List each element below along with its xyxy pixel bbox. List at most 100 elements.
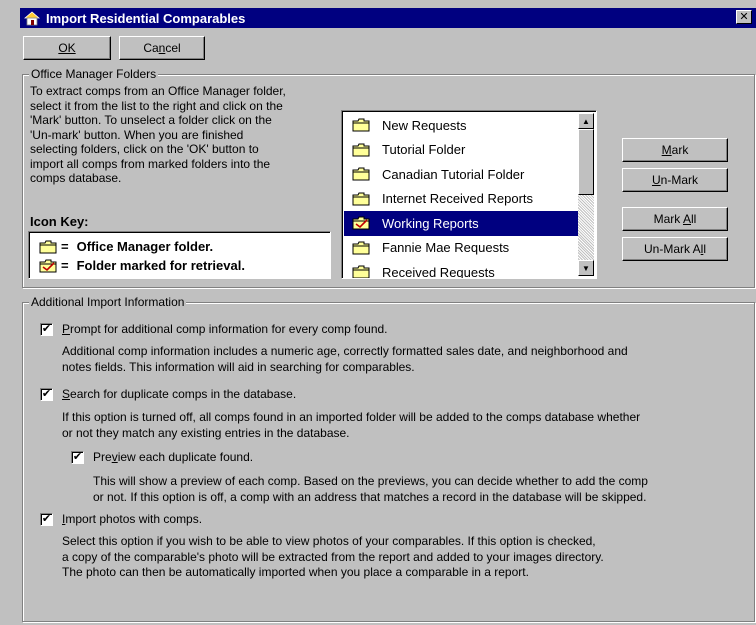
scroll-down-button[interactable]: ▼: [578, 260, 594, 276]
scroll-up-button[interactable]: ▲: [578, 113, 594, 129]
folder-icon: [352, 143, 370, 157]
import-photos-checkbox[interactable]: ✔: [40, 513, 53, 526]
folder-listbox[interactable]: New Requests Tutorial Folder Canadian Tuto…: [341, 110, 597, 279]
icon-key-eq: =: [61, 239, 69, 254]
folder-list-item[interactable]: Received Requests: [344, 260, 579, 279]
preview-label-pre: Pre: [93, 450, 112, 464]
intro-line: 'Mark' button. To unselect a folder clic…: [30, 113, 272, 127]
mark-label: Mark: [662, 143, 689, 157]
folder-list: New Requests Tutorial Folder Canadian Tuto…: [344, 113, 579, 279]
prompt-description: Additional comp information includes a n…: [62, 344, 628, 375]
mark-all-button[interactable]: Mark All: [622, 207, 728, 231]
search-label-rest: earch for duplicate comps in the databas…: [70, 387, 297, 401]
folder-icon: [352, 241, 370, 255]
prompt-option-label[interactable]: Prompt for additional comp information f…: [62, 322, 388, 336]
import-photos-description: Select this option if you wish to be abl…: [62, 534, 604, 581]
desc-line: a copy of the comparable's photo will be…: [62, 549, 604, 564]
check-icon: ✔: [41, 323, 52, 335]
folder-icon: [352, 265, 370, 279]
mark-all-label-post: ll: [691, 212, 697, 226]
desc-line: If this option is turned off, all comps …: [62, 410, 641, 424]
intro-line: 'Un-mark' button. When you are finished: [30, 127, 244, 142]
additional-group-label: Additional Import Information: [29, 295, 187, 309]
mark-label-u: M: [661, 143, 672, 157]
intro-line: selecting folders, click on the 'OK' but…: [30, 142, 259, 156]
folder-list-item[interactable]: Internet Received Reports: [344, 187, 579, 212]
prompt-label-u: P: [62, 322, 71, 336]
search-label-u: S: [62, 387, 71, 401]
cancel-label-post: cel: [165, 41, 181, 55]
unmark-label-u: U: [651, 173, 661, 187]
icon-key-office: = Office Manager folder.: [39, 239, 213, 254]
import-dialog: Import Residential Comparables ✕ OK Canc…: [0, 0, 756, 625]
desc-line: This will show a preview of each comp. B…: [93, 474, 648, 488]
ok-label: OK: [58, 41, 75, 55]
mark-label-rest: ark: [671, 143, 689, 157]
import-photos-label[interactable]: Import photos with comps.: [62, 512, 202, 526]
folder-list-item-label: New Requests: [382, 117, 467, 133]
unmark-all-button[interactable]: Un-Mark All: [622, 237, 728, 261]
folder-icon: [352, 118, 370, 132]
prompt-checkbox[interactable]: ✔: [40, 323, 53, 336]
desc-line: or not. If this option is off, a comp wi…: [93, 489, 647, 504]
folder-list-item[interactable]: Canadian Tutorial Folder: [344, 162, 579, 187]
folder-list-item-label: Fannie Mae Requests: [382, 240, 510, 256]
folder-list-scrollbar[interactable]: ▲ ▼: [578, 113, 594, 276]
icon-key-label: Icon Key:: [30, 214, 89, 229]
cancel-label: Cancel: [143, 41, 180, 55]
preview-duplicates-checkbox[interactable]: ✔: [71, 451, 84, 464]
icon-key-marked: = Folder marked for retrieval.: [39, 258, 245, 273]
marked-folder-icon: [352, 216, 370, 230]
search-duplicates-checkbox[interactable]: ✔: [40, 388, 53, 401]
intro-line: select it from the list to the right and…: [30, 98, 283, 113]
preview-duplicates-description: This will show a preview of each comp. B…: [93, 474, 648, 505]
unmark-all-label-post: l: [703, 242, 707, 256]
close-icon: ✕: [739, 11, 749, 23]
mark-all-label-u: A: [682, 212, 691, 226]
unmark-all-label: Un-Mark All: [644, 242, 706, 256]
folder-list-item-label: Tutorial Folder: [382, 142, 466, 158]
icon-key-box: = Office Manager folder. = Folder marked…: [28, 231, 331, 279]
folder-list-item[interactable]: Tutorial Folder: [344, 138, 579, 163]
mark-all-label-pre: Mark: [653, 212, 683, 226]
desc-line: Select this option if you wish to be abl…: [62, 534, 596, 548]
icon-key-eq: =: [61, 258, 69, 273]
check-icon: ✔: [72, 451, 83, 463]
desc-line: or not they match any existing entries i…: [62, 425, 350, 440]
close-button[interactable]: ✕: [736, 10, 752, 24]
house-icon: [24, 11, 40, 26]
folder-list-item[interactable]: New Requests: [344, 113, 579, 138]
intro-line: To extract comps from an Office Manager …: [30, 84, 286, 98]
arrow-down-icon: ▼: [582, 263, 590, 273]
folder-list-item[interactable]: Working Reports: [344, 211, 579, 236]
folder-list-item[interactable]: Fannie Mae Requests: [344, 236, 579, 261]
folder-list-item-label: Canadian Tutorial Folder: [382, 166, 525, 182]
search-duplicates-label[interactable]: Search for duplicate comps in the databa…: [62, 387, 296, 401]
check-icon: ✔: [41, 388, 52, 400]
folder-list-item-label: Internet Received Reports: [382, 191, 534, 207]
scroll-thumb[interactable]: [578, 129, 594, 195]
intro-line: comps database.: [30, 171, 122, 185]
desc-line: notes fields. This information will aid …: [62, 359, 415, 374]
unmark-label: Un-Mark: [652, 173, 698, 187]
ok-button[interactable]: OK: [23, 36, 111, 60]
mark-button[interactable]: Mark: [622, 138, 728, 162]
ok-label-text: OK: [58, 41, 76, 55]
unmark-button[interactable]: Un-Mark: [622, 168, 728, 192]
desc-line: Additional comp information includes a n…: [62, 344, 628, 358]
photos-label-rest: mport photos with comps.: [65, 512, 203, 526]
icon-key-marked-text: Folder marked for retrieval.: [76, 258, 245, 273]
cancel-button[interactable]: Cancel: [119, 36, 205, 60]
marked-folder-icon: [39, 259, 57, 273]
icon-key-office-text: Office Manager folder.: [76, 239, 214, 254]
preview-duplicates-label[interactable]: Preview each duplicate found.: [93, 450, 253, 464]
folders-group-label: Office Manager Folders: [29, 67, 159, 81]
prompt-label-rest: rompt for additional comp information fo…: [70, 322, 388, 336]
mark-all-label: Mark All: [654, 212, 697, 226]
preview-label-post: iew each duplicate found.: [117, 450, 254, 464]
folder-icon: [39, 240, 57, 254]
check-icon: ✔: [41, 513, 52, 525]
desc-line: The photo can then be automatically impo…: [62, 565, 529, 579]
title-bar[interactable]: Import Residential Comparables ✕: [20, 8, 756, 28]
window-title: Import Residential Comparables: [46, 10, 246, 26]
